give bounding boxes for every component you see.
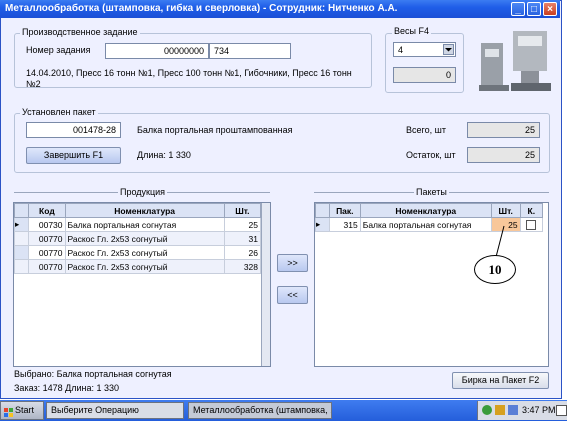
scale-select-value: 4 <box>398 45 404 55</box>
taskbar-item-operation[interactable]: Выберите Операцию <box>46 402 184 419</box>
current-row-icon: ▸ <box>315 217 330 232</box>
clock: 3:47 PM <box>522 405 556 415</box>
system-tray: 3:47 PM <box>477 401 567 420</box>
product-qty: 31 <box>223 231 262 246</box>
row-indicator <box>14 259 30 274</box>
products-col-qty[interactable]: Шт. <box>223 203 262 218</box>
scale-group-label: Весы F4 <box>392 26 431 36</box>
product-qty: 328 <box>223 259 262 274</box>
product-code: 00770 <box>28 245 66 260</box>
products-corner-header <box>14 203 30 218</box>
selected-text: Выбрано: Балка портальная согнутая <box>14 369 172 379</box>
current-row-icon: ▸ <box>14 217 30 232</box>
chevron-down-icon[interactable] <box>443 44 454 55</box>
packages-col-name[interactable]: Номенклатура <box>359 203 492 218</box>
total-field: 25 <box>467 122 540 138</box>
product-code: 00770 <box>28 231 66 246</box>
task-number-suffix-field[interactable]: 734 <box>209 43 291 59</box>
package-length: Длина: 1 330 <box>137 150 191 160</box>
total-label: Всего, шт <box>406 125 446 135</box>
network-icon[interactable] <box>482 405 492 415</box>
move-to-package-button[interactable]: >> <box>277 254 308 272</box>
checkbox-icon[interactable] <box>526 219 537 230</box>
task-number-field[interactable]: 00000000 <box>105 43 209 59</box>
product-name: Раскос Гл. 2х53 согнутый <box>64 245 225 260</box>
remaining-field: 25 <box>467 147 540 163</box>
products-col-code[interactable]: Код <box>28 203 66 218</box>
products-title: Продукция <box>118 187 168 197</box>
scale-icon <box>477 27 556 95</box>
volume-icon[interactable] <box>508 405 518 415</box>
remaining-label: Остаток, шт <box>406 150 456 160</box>
packages-title: Пакеты <box>414 187 449 197</box>
window-title: Металлообработка (штамповка, гибка и све… <box>5 3 398 14</box>
product-name: Раскос Гл. 2х53 согнутый <box>64 231 225 246</box>
product-qty: 26 <box>223 245 262 260</box>
finish-button[interactable]: Завершить F1 <box>26 147 121 164</box>
packages-corner-header <box>315 203 330 218</box>
package-group-label: Установлен пакет <box>20 107 98 117</box>
windows-logo-icon <box>4 406 13 417</box>
scale-reading: 0 <box>393 67 456 83</box>
table-row[interactable]: 00770 Раскос Гл. 2х53 согнутый 26 <box>14 245 262 260</box>
package-pack: 315 <box>328 217 361 232</box>
packages-col-pack[interactable]: Пак. <box>328 203 361 218</box>
task-group-label: Производственное задание <box>20 27 140 37</box>
table-row[interactable]: 00770 Раскос Гл. 2х53 согнутый 31 <box>14 231 262 246</box>
taskbar-item-app[interactable]: Металлообработка (штамповка, ... <box>188 402 332 419</box>
maximize-button[interactable]: □ <box>527 2 541 16</box>
title-bar: Металлообработка (штамповка, гибка и све… <box>0 0 560 18</box>
close-button[interactable]: × <box>543 2 557 16</box>
start-label: Start <box>15 405 35 415</box>
table-row[interactable]: 00770 Раскос Гл. 2х53 согнутый 328 <box>14 259 262 274</box>
minimize-button[interactable]: _ <box>511 2 525 16</box>
product-qty: 25 <box>223 217 262 232</box>
move-to-products-button[interactable]: << <box>277 286 308 304</box>
start-button[interactable]: Start <box>0 401 44 420</box>
products-grid[interactable]: Код Номенклатура Шт. ▸ 00730 Балка порта… <box>13 202 271 367</box>
scale-select[interactable]: 4 <box>393 42 456 57</box>
table-row[interactable]: ▸ 00730 Балка портальная согнутая 25 <box>14 217 262 232</box>
product-code: 00730 <box>28 217 66 232</box>
products-scrollbar[interactable] <box>261 203 270 366</box>
annotation-label: 10 <box>474 255 516 284</box>
tray-app-icon[interactable] <box>495 405 505 415</box>
help-icon[interactable] <box>556 405 567 416</box>
order-text: Заказ: 1478 Длина: 1 330 <box>14 383 120 393</box>
row-indicator <box>14 231 30 246</box>
product-code: 00770 <box>28 259 66 274</box>
package-code-field[interactable]: 001478-28 <box>26 122 121 138</box>
task-description: 14.04.2010, Пресс 16 тонн №1, Пресс 100 … <box>26 68 352 89</box>
package-name: Балка портальная проштампованная <box>137 125 293 135</box>
row-indicator <box>14 245 30 260</box>
product-name: Раскос Гл. 2х53 согнутый <box>64 259 225 274</box>
product-name: Балка портальная согнутая <box>64 217 225 232</box>
package-row-name: Балка портальная согнутая <box>359 217 492 232</box>
print-tag-button[interactable]: Бирка на Пакет F2 <box>452 372 549 389</box>
products-col-name[interactable]: Номенклатура <box>64 203 225 218</box>
task-number-label: Номер задания <box>26 45 91 55</box>
